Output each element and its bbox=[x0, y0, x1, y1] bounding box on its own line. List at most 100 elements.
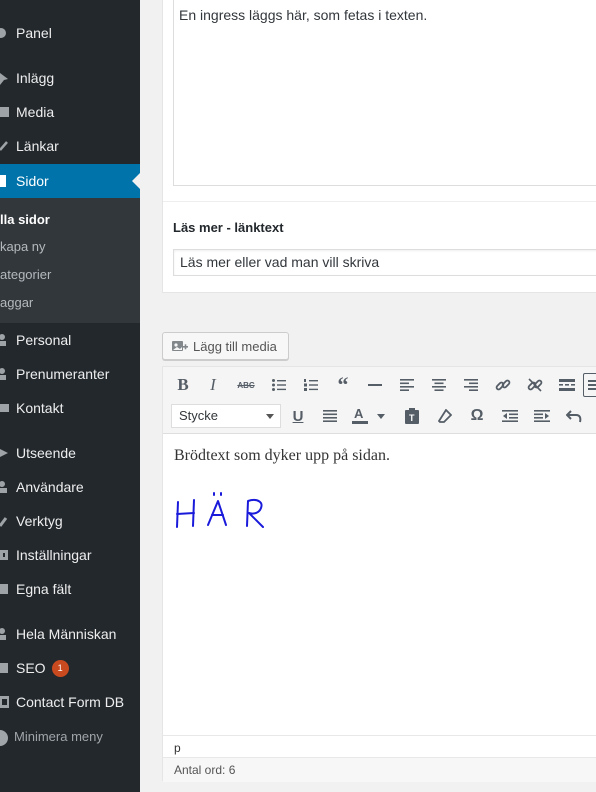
menu-label: Inställningar bbox=[16, 547, 92, 563]
menu-item-utseende[interactable]: Utseende bbox=[0, 436, 140, 470]
chevron-down-icon bbox=[266, 414, 274, 419]
collapse-menu-button[interactable]: Minimera meny bbox=[0, 722, 140, 752]
element-path: p bbox=[163, 735, 596, 758]
menu-label: Utseende bbox=[16, 445, 76, 461]
fields-icon bbox=[0, 572, 10, 606]
format-select-value: Stycke bbox=[179, 408, 219, 423]
handwritten-annotation bbox=[176, 492, 264, 528]
submenu-tags[interactable]: aggar bbox=[0, 294, 33, 312]
add-media-icon bbox=[172, 340, 188, 351]
user-icon bbox=[0, 470, 10, 504]
indent-icon[interactable] bbox=[530, 404, 554, 428]
submenu-all-pages[interactable]: lla sidor bbox=[0, 211, 50, 229]
word-count: Antal ord: 6 bbox=[174, 763, 236, 777]
italic-icon[interactable]: I bbox=[201, 373, 225, 397]
clear-formatting-icon[interactable] bbox=[433, 404, 457, 428]
path-text[interactable]: p bbox=[174, 741, 181, 755]
format-select[interactable]: Stycke bbox=[171, 404, 281, 428]
remove-link-icon[interactable] bbox=[523, 373, 547, 397]
ingress-textarea[interactable]: En ingress läggs här, som fetas i texten… bbox=[173, 0, 596, 186]
strikethrough-icon[interactable]: ABC bbox=[234, 373, 258, 397]
menu-label: Egna fält bbox=[16, 581, 72, 597]
read-more-label: Läs mer - länktext bbox=[173, 220, 284, 235]
content-editor: B I ABC “ Stycke U A T Ω Brödtext som dy… bbox=[162, 366, 596, 782]
settings-icon bbox=[0, 538, 10, 572]
read-more-icon[interactable] bbox=[555, 373, 579, 397]
menu-item-lankar[interactable]: Länkar bbox=[0, 129, 140, 163]
menu-label: Länkar bbox=[16, 138, 59, 154]
collapse-label: Minimera meny bbox=[14, 729, 103, 744]
menu-item-hela-manniskan[interactable]: Hela Människan bbox=[0, 617, 140, 651]
current-indicator bbox=[132, 173, 140, 189]
paste-text-icon[interactable]: T bbox=[400, 404, 424, 428]
special-character-icon[interactable]: Ω bbox=[465, 404, 489, 428]
pages-icon bbox=[0, 164, 10, 198]
menu-item-personal[interactable]: Personal bbox=[0, 323, 140, 357]
menu-item-kontakt[interactable]: Kontakt bbox=[0, 391, 140, 425]
bold-icon[interactable]: B bbox=[171, 373, 195, 397]
numbered-list-icon[interactable] bbox=[299, 373, 323, 397]
menu-label: Användare bbox=[16, 479, 84, 495]
editor-content[interactable]: Brödtext som dyker upp på sidan. bbox=[163, 434, 596, 734]
menu-label: Prenumeranter bbox=[16, 366, 110, 382]
bullet-list-icon[interactable] bbox=[267, 373, 291, 397]
blockquote-icon[interactable]: “ bbox=[331, 372, 355, 397]
justify-icon[interactable] bbox=[318, 404, 342, 428]
menu-item-media[interactable]: Media bbox=[0, 95, 140, 129]
pages-submenu: lla sidor kapa ny ategorier aggar bbox=[0, 198, 140, 323]
divider bbox=[163, 201, 596, 202]
menu-item-sidor[interactable]: Sidor bbox=[0, 164, 140, 198]
menu-item-installningar[interactable]: Inställningar bbox=[0, 538, 140, 572]
editor-toolbar: B I ABC “ Stycke U A T Ω bbox=[163, 367, 596, 434]
menu-item-egna-falt[interactable]: Egna fält bbox=[0, 572, 140, 606]
admin-sidebar: Panel Inlägg Media Länkar Sidor lla sido… bbox=[0, 0, 140, 792]
people-icon bbox=[0, 617, 10, 651]
menu-label: Kontakt bbox=[16, 400, 64, 416]
people-icon bbox=[0, 357, 10, 391]
menu-item-prenumeranter[interactable]: Prenumeranter bbox=[0, 357, 140, 391]
people-icon bbox=[0, 323, 10, 357]
notification-badge: 1 bbox=[51, 659, 69, 677]
menu-label: Personal bbox=[16, 332, 72, 348]
add-media-button[interactable]: Lägg till media bbox=[162, 332, 289, 360]
horizontal-line-icon[interactable] bbox=[363, 373, 387, 397]
submenu-categories[interactable]: ategorier bbox=[0, 266, 51, 284]
menu-label: Media bbox=[16, 104, 55, 120]
menu-label: Inlägg bbox=[16, 70, 55, 86]
menu-label: Verktyg bbox=[16, 513, 63, 529]
add-media-label: Lägg till media bbox=[193, 338, 277, 354]
link-icon bbox=[0, 129, 10, 163]
read-more-input[interactable]: Läs mer eller vad man vill skriva bbox=[173, 249, 596, 276]
align-left-icon[interactable] bbox=[395, 373, 419, 397]
pin-icon bbox=[0, 61, 10, 95]
wrench-icon bbox=[0, 504, 10, 538]
word-count-bar: Antal ord: 6 bbox=[163, 757, 596, 782]
content-paragraph: Brödtext som dyker upp på sidan. bbox=[174, 447, 390, 464]
email-icon bbox=[0, 391, 10, 425]
menu-item-verktyg[interactable]: Verktyg bbox=[0, 504, 140, 538]
insert-link-icon[interactable] bbox=[491, 373, 515, 397]
outdent-icon[interactable] bbox=[498, 404, 522, 428]
align-center-icon[interactable] bbox=[427, 373, 451, 397]
menu-label: Sidor bbox=[16, 173, 49, 189]
menu-item-seo[interactable]: SEO 1 bbox=[0, 651, 140, 685]
undo-icon[interactable] bbox=[562, 404, 586, 428]
database-icon bbox=[0, 685, 10, 719]
text-color-icon[interactable]: A bbox=[351, 404, 387, 428]
submenu-add-new[interactable]: kapa ny bbox=[0, 238, 46, 256]
dashboard-icon bbox=[0, 16, 10, 50]
menu-label: Contact Form DB bbox=[16, 694, 125, 710]
underline-icon[interactable]: U bbox=[286, 404, 310, 428]
menu-item-panel[interactable]: Panel bbox=[0, 16, 140, 50]
media-icon bbox=[0, 95, 10, 129]
brush-icon bbox=[0, 436, 10, 470]
menu-item-contact-form-db[interactable]: Contact Form DB bbox=[0, 685, 140, 719]
align-right-icon[interactable] bbox=[459, 373, 483, 397]
svg-text:T: T bbox=[409, 413, 415, 423]
menu-label: Panel bbox=[16, 25, 52, 41]
menu-item-inlagg[interactable]: Inlägg bbox=[0, 61, 140, 95]
toolbar-toggle-icon[interactable] bbox=[583, 373, 596, 397]
collapse-icon bbox=[0, 730, 8, 746]
menu-item-anvandare[interactable]: Användare bbox=[0, 470, 140, 504]
svg-text:A: A bbox=[354, 407, 364, 421]
